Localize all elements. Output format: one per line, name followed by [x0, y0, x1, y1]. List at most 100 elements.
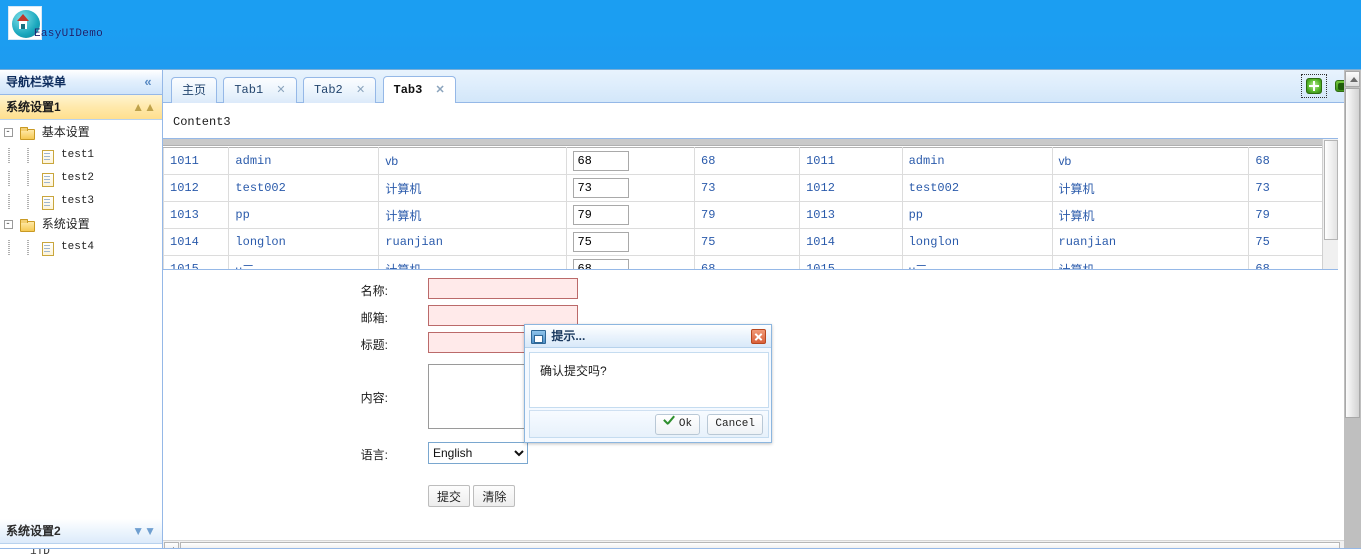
- cell-score-editor[interactable]: [566, 255, 695, 269]
- score-input[interactable]: [573, 259, 630, 269]
- tree-node-file[interactable]: test1: [0, 144, 162, 167]
- tree-node-label: test2: [61, 172, 95, 185]
- grid-vertical-scrollbar[interactable]: [1322, 139, 1338, 269]
- tab-tab3[interactable]: Tab3 ✕: [382, 76, 456, 103]
- app-title: EasyUIDemo: [34, 28, 104, 40]
- cell-major: ruanjian: [378, 228, 568, 256]
- cell-id: 1012: [163, 174, 230, 202]
- content-label: Content3: [173, 115, 231, 129]
- close-icon[interactable]: ✕: [276, 78, 285, 103]
- cell-name: longlon: [228, 228, 380, 256]
- table-row[interactable]: 1015 u三 计算机 68 1015 u三 计算机 68: [163, 255, 1338, 269]
- green-plus-icon: [1305, 78, 1322, 94]
- cell-major-2: ruanjian: [1051, 228, 1250, 256]
- cell-score: 79: [693, 201, 801, 229]
- name-field[interactable]: [428, 278, 578, 299]
- tab-list: 主页 Tab1 ✕ Tab2 ✕ Tab3 ✕: [171, 76, 459, 103]
- tree-node-file[interactable]: test2: [0, 167, 162, 190]
- confirm-dialog: 提示... 确认提交吗? Ok Cancel: [524, 324, 772, 443]
- cell-score-editor[interactable]: [566, 201, 695, 229]
- dialog-footer: Ok Cancel: [529, 410, 769, 438]
- cell-score-editor[interactable]: [566, 174, 695, 202]
- cell-score: 73: [693, 174, 801, 202]
- tab-home[interactable]: 主页: [171, 77, 218, 103]
- tab-strip: 主页 Tab1 ✕ Tab2 ✕ Tab3 ✕: [163, 70, 1361, 103]
- application-window: EasyUIDemo 导航栏菜单 « 系统设置1 ▲▲ - 基本设置 test1: [0, 0, 1361, 557]
- tab-label: 主页: [182, 83, 207, 97]
- cell-score: 68: [693, 255, 801, 269]
- scroll-up-arrow-icon[interactable]: [1345, 71, 1360, 87]
- sidebar-tree: - 基本设置 test1 test2 test3 - 系统设置 test4: [0, 121, 162, 519]
- cell-score-editor[interactable]: [566, 228, 695, 256]
- page-vertical-scrollbar[interactable]: [1344, 70, 1361, 557]
- cell-major: 计算机: [378, 255, 568, 269]
- submit-button[interactable]: 提交: [428, 485, 471, 507]
- cell-id-2: 1012: [799, 174, 903, 202]
- ok-button[interactable]: Ok: [654, 414, 701, 435]
- file-icon: [39, 171, 55, 187]
- score-input[interactable]: [573, 205, 630, 225]
- table-row[interactable]: 1012 test002 计算机 73 1012 test002 计算机 73: [163, 174, 1338, 202]
- email-field[interactable]: [428, 305, 578, 326]
- cell-major: 计算机: [378, 174, 568, 202]
- cell-major: vb: [378, 147, 568, 175]
- tree-toggle-icon[interactable]: -: [0, 125, 16, 141]
- tab-tab2[interactable]: Tab2 ✕: [302, 77, 377, 103]
- cell-id-2: 1014: [799, 228, 903, 256]
- dialog-title-bar: 提示...: [525, 325, 771, 348]
- dialog-message: 确认提交吗?: [529, 352, 769, 408]
- cell-major-2: vb: [1051, 147, 1250, 175]
- folder-icon: [19, 125, 36, 141]
- file-icon: [39, 194, 55, 210]
- file-icon: [39, 148, 55, 164]
- table-row[interactable]: 1013 pp 计算机 79 1013 pp 计算机 79: [163, 201, 1338, 229]
- tree-node-folder[interactable]: - 基本设置: [0, 121, 162, 144]
- score-input[interactable]: [573, 232, 630, 252]
- cell-score: 68: [693, 147, 801, 175]
- tree-node-label: test3: [61, 195, 95, 208]
- cell-major-2: 计算机: [1051, 174, 1250, 202]
- close-icon[interactable]: ✕: [356, 78, 365, 103]
- chevron-up-icon: ▲▲: [132, 100, 156, 114]
- cancel-button[interactable]: Cancel: [707, 414, 763, 435]
- grid-vertical-scroll-thumb[interactable]: [1324, 140, 1338, 240]
- clear-button[interactable]: 清除: [473, 485, 516, 507]
- green-check-icon: [663, 416, 676, 428]
- cell-name: test002: [228, 174, 380, 202]
- language-label: 语言:: [360, 448, 388, 462]
- app-header: EasyUIDemo: [0, 0, 1361, 70]
- tab-tab1[interactable]: Tab1 ✕: [223, 77, 297, 103]
- sidebar-title: 导航栏菜单: [6, 75, 67, 89]
- tree-node-folder[interactable]: - 系统设置: [0, 213, 162, 236]
- accordion-header-1[interactable]: 系统设置1 ▲▲: [0, 95, 162, 120]
- tree-node-file[interactable]: test4: [0, 236, 162, 259]
- folder-icon: [19, 217, 36, 233]
- language-select[interactable]: English: [428, 442, 528, 464]
- cell-id: 1013: [163, 201, 230, 229]
- close-icon[interactable]: [751, 329, 766, 344]
- tab-label: Tab1: [234, 83, 264, 97]
- footer: 1TD: [0, 548, 1361, 557]
- sidebar-title-bar: 导航栏菜单 «: [0, 70, 162, 95]
- close-icon[interactable]: ✕: [436, 77, 445, 103]
- add-tab-button[interactable]: [1300, 74, 1327, 98]
- cell-id-2: 1015: [799, 255, 903, 269]
- dialog-title: 提示...: [551, 329, 586, 343]
- score-input[interactable]: [573, 151, 630, 171]
- score-input[interactable]: [573, 178, 630, 198]
- page-vertical-scroll-thumb[interactable]: [1345, 88, 1360, 418]
- table-row[interactable]: 1014 longlon ruanjian 75 1014 longlon ru…: [163, 228, 1338, 256]
- tree-toggle-icon[interactable]: -: [0, 217, 16, 233]
- table-row[interactable]: 1011 admin vb 68 1011 admin vb 68: [163, 147, 1338, 175]
- title-label: 标题:: [360, 338, 388, 352]
- tab-label: Tab3: [393, 83, 423, 97]
- accordion-header-2[interactable]: 系统设置2 ▼▼: [0, 519, 162, 544]
- tree-node-file[interactable]: test3: [0, 190, 162, 213]
- double-chevron-left-icon[interactable]: «: [140, 74, 156, 90]
- cell-name-2: test002: [901, 174, 1053, 202]
- cell-id: 1014: [163, 228, 230, 256]
- cell-name: u三: [228, 255, 380, 269]
- sidebar: 导航栏菜单 « 系统设置1 ▲▲ - 基本设置 test1 test2 test…: [0, 70, 163, 557]
- cell-name-2: pp: [901, 201, 1053, 229]
- cell-score-editor[interactable]: [566, 147, 695, 175]
